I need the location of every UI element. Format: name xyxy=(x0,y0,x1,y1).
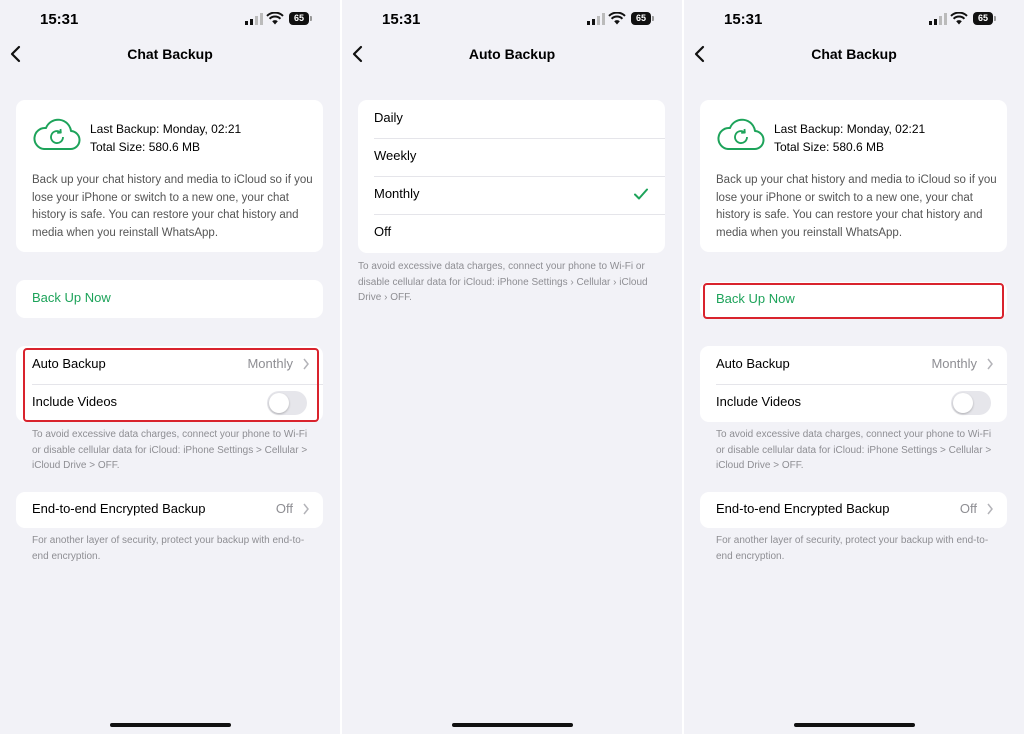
wifi-icon xyxy=(608,12,626,25)
data-charges-note: To avoid excessive data charges, connect… xyxy=(358,261,648,303)
last-backup-text: Last Backup: Monday, 02:21 xyxy=(774,122,926,136)
e2e-backup-label: End-to-end Encrypted Backup xyxy=(716,501,890,516)
toggle-knob xyxy=(953,393,973,413)
e2e-backup-row[interactable]: End-to-end Encrypted Backup Off xyxy=(16,491,323,529)
backup-description: Back up your chat history and media to i… xyxy=(716,174,997,239)
e2e-backup-label: End-to-end Encrypted Backup xyxy=(32,501,206,516)
screen-auto-backup: 15:31 65 Auto Backup Daily Weekly Monthl… xyxy=(342,0,682,734)
highlight-box xyxy=(703,283,1004,319)
backup-description: Back up your chat history and media to i… xyxy=(32,174,313,239)
back-up-now-button[interactable]: Back Up Now xyxy=(16,280,323,318)
battery-icon: 65 xyxy=(973,12,996,25)
option-monthly[interactable]: Monthly xyxy=(358,176,665,214)
wifi-icon xyxy=(266,12,284,25)
auto-backup-group: Auto Backup Monthly Include Videos xyxy=(700,346,1007,422)
option-weekly[interactable]: Weekly xyxy=(358,138,665,176)
option-label: Monthly xyxy=(374,186,420,201)
e2e-backup-row[interactable]: End-to-end Encrypted Backup Off xyxy=(700,491,1007,529)
battery-icon: 65 xyxy=(631,12,654,25)
e2e-card: End-to-end Encrypted Backup Off xyxy=(16,492,323,528)
total-size-text: Total Size: 580.6 MB xyxy=(90,140,201,154)
nav-title: Chat Backup xyxy=(811,46,897,62)
total-size-text: Total Size: 580.6 MB xyxy=(774,140,885,154)
include-videos-row: Include Videos xyxy=(700,384,1007,422)
home-indicator xyxy=(110,723,231,727)
nav-title: Chat Backup xyxy=(127,46,213,62)
row-separator xyxy=(374,138,665,139)
row-separator xyxy=(716,384,1007,385)
data-charges-note: To avoid excessive data charges, connect… xyxy=(32,429,308,471)
auto-backup-row[interactable]: Auto Backup Monthly xyxy=(700,346,1007,384)
chevron-right-icon xyxy=(987,358,993,370)
cellular-signal-icon xyxy=(587,13,605,25)
checkmark-icon xyxy=(634,188,648,200)
home-indicator xyxy=(452,723,573,727)
wifi-icon xyxy=(950,12,968,25)
option-label: Weekly xyxy=(374,148,417,163)
data-charges-note: To avoid excessive data charges, connect… xyxy=(716,429,992,471)
cellular-signal-icon xyxy=(245,13,263,25)
option-off[interactable]: Off xyxy=(358,214,665,252)
battery-icon: 65 xyxy=(289,12,312,25)
status-bar: 15:31 65 xyxy=(684,0,1024,40)
backup-info-card: Last Backup: Monday, 02:21 Total Size: 5… xyxy=(16,100,323,252)
home-indicator xyxy=(794,723,915,727)
e2e-note: For another layer of security, protect y… xyxy=(716,535,989,562)
cloud-backup-icon xyxy=(33,118,81,151)
include-videos-label: Include Videos xyxy=(716,394,802,409)
chevron-right-icon xyxy=(303,503,309,515)
back-up-now-label: Back Up Now xyxy=(32,290,111,305)
nav-title: Auto Backup xyxy=(468,46,556,62)
back-up-now-card: Back Up Now xyxy=(16,280,323,318)
option-label: Daily xyxy=(374,110,403,125)
backup-info-card: Last Backup: Monday, 02:21 Total Size: 5… xyxy=(700,100,1007,252)
auto-backup-value: Monthly xyxy=(931,356,977,371)
e2e-backup-value: Off xyxy=(275,501,293,516)
status-time: 15:31 xyxy=(382,11,421,28)
option-label: Off xyxy=(374,224,392,239)
cloud-backup-icon xyxy=(717,118,765,151)
frequency-options-card: Daily Weekly Monthly Off xyxy=(358,100,665,253)
screen-chat-backup-1: 15:31 65 Chat Backup Last Backup: Monday… xyxy=(0,0,340,734)
e2e-backup-value: Off xyxy=(959,501,977,516)
e2e-note: For another layer of security, protect y… xyxy=(32,535,305,562)
row-separator xyxy=(374,176,665,177)
status-time: 15:31 xyxy=(724,11,763,28)
screen-chat-backup-2: 15:31 65 Chat Backup Last Backup: Monday… xyxy=(684,0,1024,734)
row-separator xyxy=(374,214,665,215)
option-daily[interactable]: Daily xyxy=(358,100,665,138)
last-backup-text: Last Backup: Monday, 02:21 xyxy=(90,122,242,136)
cellular-signal-icon xyxy=(929,13,947,25)
e2e-card: End-to-end Encrypted Backup Off xyxy=(700,492,1007,528)
status-time: 15:31 xyxy=(40,11,79,28)
auto-backup-label: Auto Backup xyxy=(716,356,790,371)
highlight-box xyxy=(23,348,319,422)
status-bar: 15:31 65 xyxy=(342,0,682,40)
chevron-right-icon xyxy=(987,503,993,515)
status-bar: 15:31 65 xyxy=(0,0,340,40)
include-videos-toggle[interactable] xyxy=(951,391,991,415)
